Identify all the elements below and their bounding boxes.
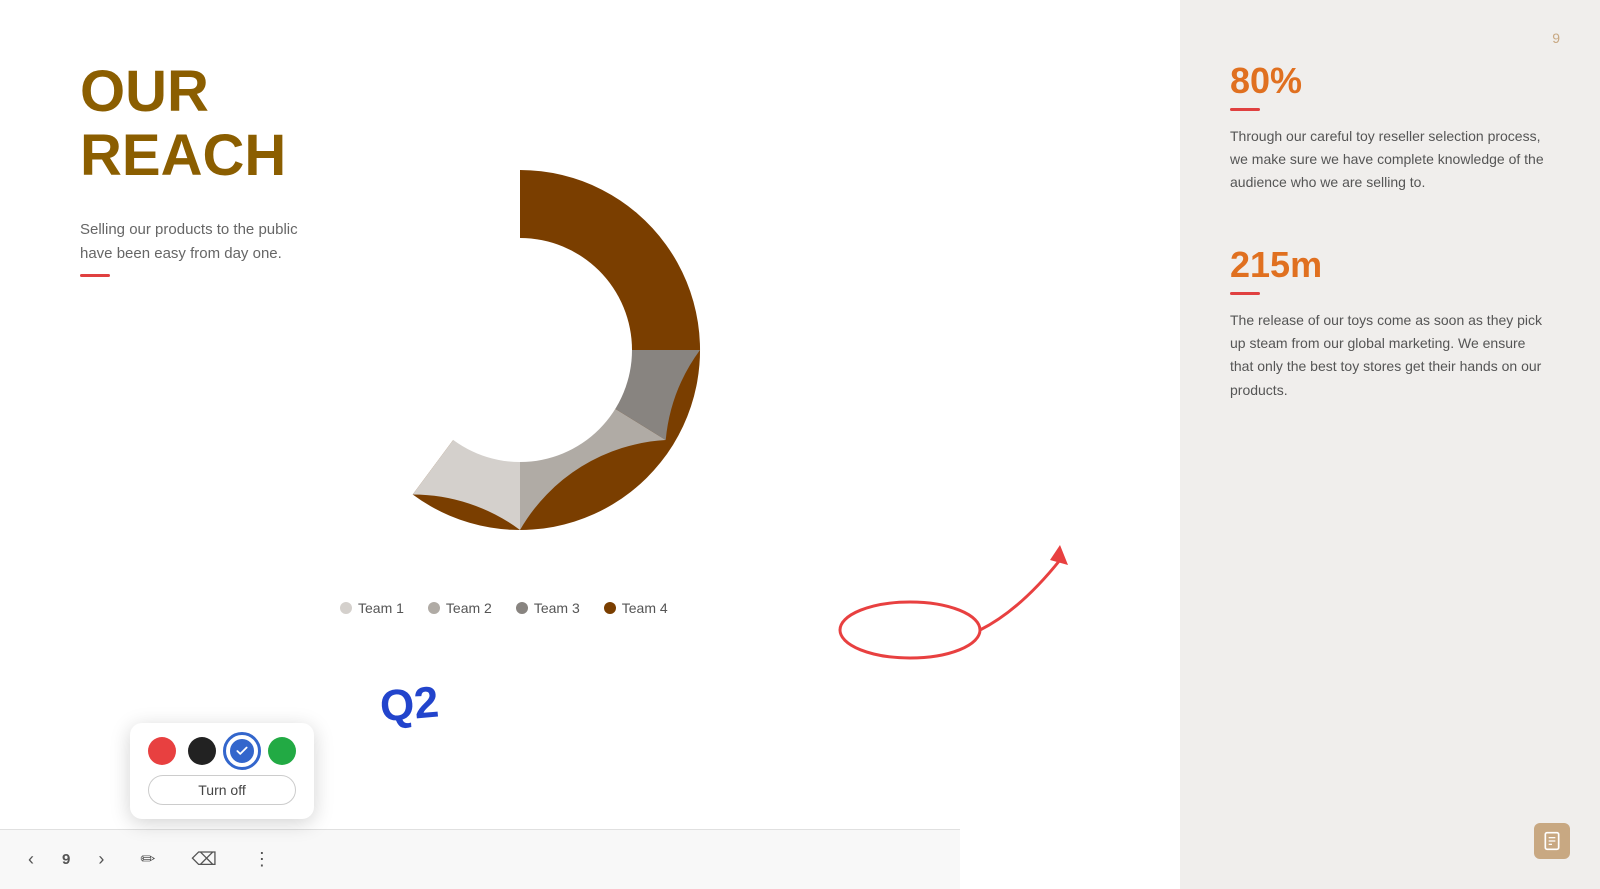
document-icon — [1542, 831, 1562, 851]
legend-dot-team1 — [340, 602, 352, 614]
donut-hole2 — [408, 238, 632, 462]
right-panel: 9 80% Through our careful toy reseller s… — [1180, 0, 1600, 889]
slide-area: OUR REACH Selling our products to the pu… — [0, 0, 1180, 889]
stat-description-2: The release of our toys come as soon as … — [1230, 309, 1550, 401]
legend-label-team4: Team 4 — [622, 600, 668, 616]
stat-block-2: 215m The release of our toys come as soo… — [1230, 244, 1550, 401]
description-underline — [80, 274, 110, 277]
color-dot-red[interactable] — [148, 737, 176, 765]
legend-team4: Team 4 — [604, 600, 668, 616]
page-number-top: 9 — [1552, 30, 1560, 46]
page-icon-bottom — [1534, 823, 1570, 859]
prev-button[interactable]: ‹ — [20, 845, 42, 874]
more-button[interactable]: ⋮ — [245, 845, 279, 874]
legend-dot-team3 — [516, 602, 528, 614]
slide-description: Selling our products to the public have … — [80, 218, 300, 277]
chart-container — [320, 150, 720, 570]
annotation-arrow-path — [980, 560, 1060, 630]
title-line1: OUR — [80, 60, 1120, 124]
legend-dot-team2 — [428, 602, 440, 614]
description-text: Selling our products to the public have … — [80, 221, 298, 262]
bottom-toolbar: ‹ 9 › ✏ ⌫ ⋮ — [0, 829, 960, 889]
stat-block-1: 80% Through our careful toy reseller sel… — [1230, 60, 1550, 194]
donut-chart — [320, 150, 720, 550]
legend-team2: Team 2 — [428, 600, 492, 616]
color-picker: Turn off — [130, 723, 314, 819]
legend-team1: Team 1 — [340, 600, 404, 616]
pen-button[interactable]: ✏ — [132, 845, 163, 874]
turn-off-button[interactable]: Turn off — [148, 775, 296, 805]
annotation-arrowhead — [1050, 545, 1068, 565]
color-dot-green[interactable] — [268, 737, 296, 765]
team4-circle — [840, 602, 980, 658]
stat-value-2: 215m — [1230, 244, 1550, 286]
main-container: OUR REACH Selling our products to the pu… — [0, 0, 1600, 889]
page-indicator: 9 — [62, 851, 70, 868]
stat-value-1: 80% — [1230, 60, 1550, 102]
page-number: 9 — [62, 851, 70, 868]
stat-description-1: Through our careful toy reseller selecti… — [1230, 125, 1550, 194]
checkmark-icon — [235, 744, 249, 758]
color-dot-black[interactable] — [188, 737, 216, 765]
q2-annotation: Q2 — [378, 678, 441, 733]
next-button[interactable]: › — [90, 845, 112, 874]
stat-underline-1 — [1230, 108, 1260, 111]
legend-dot-team4 — [604, 602, 616, 614]
legend-label-team2: Team 2 — [446, 600, 492, 616]
color-dots-row — [148, 737, 296, 765]
chart-legend: Team 1 Team 2 Team 3 Team 4 — [340, 600, 668, 616]
stat-underline-2 — [1230, 292, 1260, 295]
eraser-button[interactable]: ⌫ — [183, 845, 224, 874]
color-dot-blue[interactable] — [228, 737, 256, 765]
legend-team3: Team 3 — [516, 600, 580, 616]
legend-label-team1: Team 1 — [358, 600, 404, 616]
legend-label-team3: Team 3 — [534, 600, 580, 616]
